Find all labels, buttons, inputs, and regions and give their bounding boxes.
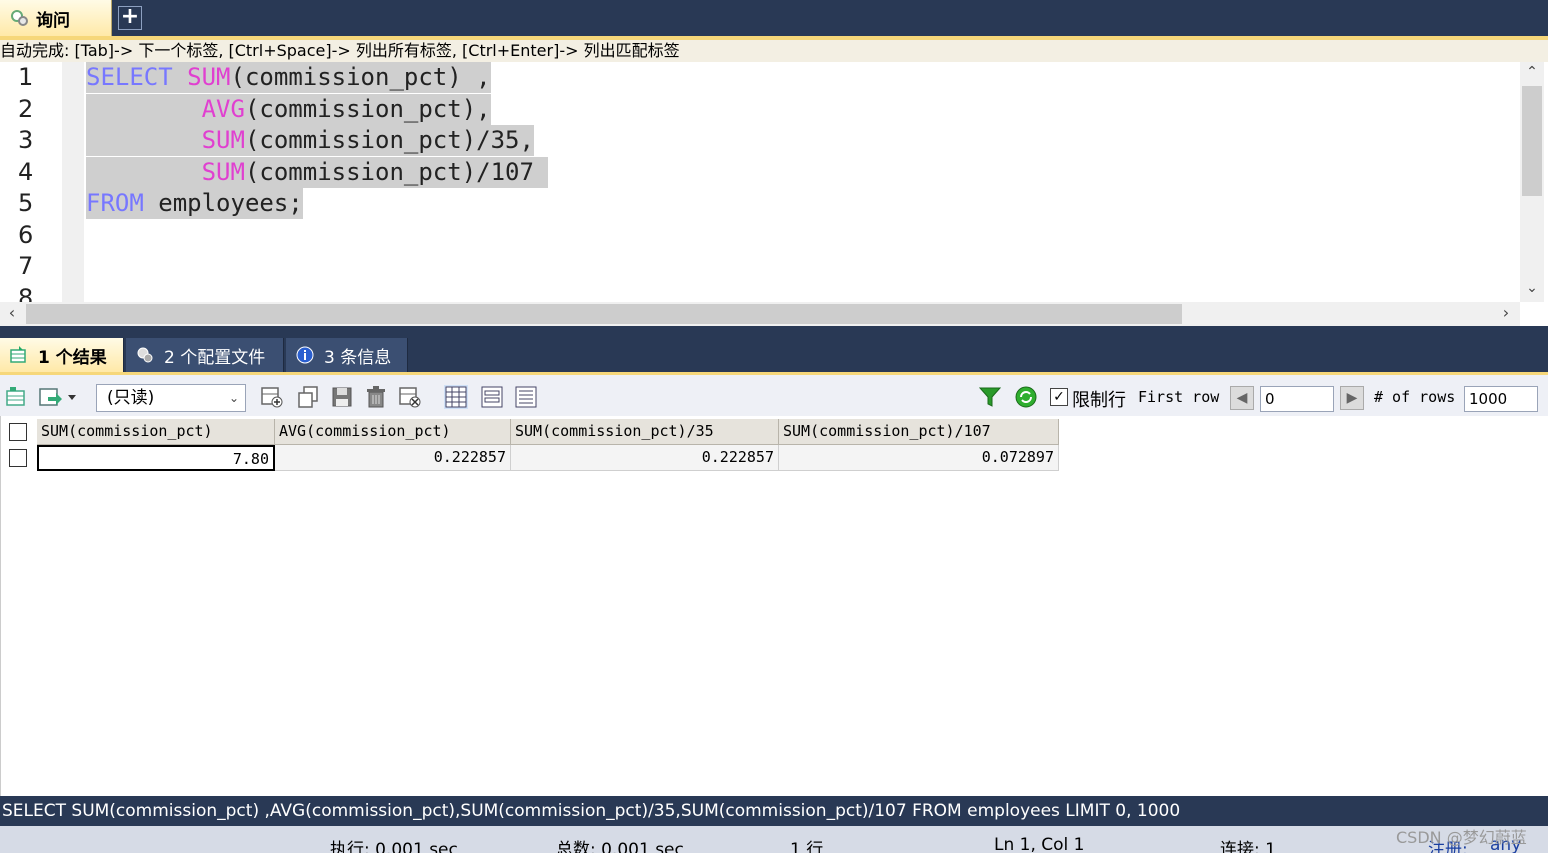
tab-results[interactable]: 1 个结果 — [0, 338, 124, 372]
scroll-down-icon[interactable]: ⌄ — [1524, 280, 1540, 296]
tab-profile-label: 2 个配置文件 — [164, 347, 266, 368]
line-number: 2 — [18, 94, 34, 123]
tab-profile[interactable]: 2 个配置文件 — [126, 338, 284, 372]
code-line[interactable]: SUM(commission_pct)/107 — [86, 156, 549, 188]
duplicate-row-icon[interactable] — [296, 385, 320, 409]
row-count-input[interactable]: 1000 — [1464, 386, 1538, 412]
prev-page-button[interactable]: ◀ — [1230, 386, 1254, 410]
row-count: 1 行 — [790, 840, 824, 853]
sql-text: (commission_pct), — [244, 94, 491, 123]
profile-icon — [136, 346, 154, 364]
sql-function: AVG — [201, 94, 245, 123]
next-page-button[interactable]: ▶ — [1340, 386, 1364, 410]
scroll-left-icon[interactable]: ‹ — [4, 305, 20, 321]
exec-time: 执行: 0.001 sec — [330, 840, 458, 853]
add-tab-button[interactable]: + — [118, 6, 142, 30]
grid-icon — [10, 346, 28, 364]
chevron-down-icon: ⌄ — [228, 391, 239, 405]
line-number: 1 — [18, 63, 34, 91]
line-number: 3 — [18, 126, 34, 154]
column-header[interactable]: SUM(commission_pct)/35 — [511, 419, 779, 445]
code-line[interactable]: SUM(commission_pct)/35, — [86, 125, 534, 156]
scrollbar-thumb[interactable] — [1522, 86, 1542, 196]
tab-query[interactable]: 询问 — [0, 0, 112, 36]
sql-text: (commission_pct) , — [230, 63, 491, 91]
tab-query-label: 询问 — [36, 10, 70, 31]
code-line[interactable]: FROM employees; — [86, 188, 303, 219]
editor-horizontal-scrollbar[interactable]: ‹ › — [0, 302, 1520, 326]
tab-info[interactable]: 3 条信息 — [286, 338, 408, 372]
table-cell[interactable]: 0.222857 — [275, 445, 511, 471]
sql-function: SUM — [187, 63, 231, 91]
sql-function: SUM — [201, 126, 245, 154]
text-view-icon[interactable] — [514, 385, 538, 409]
delete-icon[interactable] — [364, 385, 388, 409]
line-number: 4 — [18, 157, 34, 186]
scroll-up-icon[interactable]: ⌃ — [1524, 64, 1540, 80]
line-number: 7 — [18, 252, 34, 280]
first-row-label: First row — [1138, 388, 1220, 406]
sql-text: employees; — [143, 189, 303, 217]
watermark: CSDN @梦幻蔚蓝 — [1396, 828, 1527, 847]
table-cell[interactable]: 0.222857 — [511, 445, 779, 471]
limit-rows-label: 限制行 — [1072, 390, 1126, 411]
code-line[interactable]: AVG(commission_pct), — [86, 93, 491, 125]
sql-function: SUM — [201, 157, 245, 186]
cancel-changes-icon[interactable] — [398, 385, 422, 409]
total-time: 总数: 0.001 sec — [556, 840, 684, 853]
status-bar: 执行: 0.001 sec 总数: 0.001 sec 1 行 Ln 1, Co… — [0, 826, 1548, 853]
sql-text: (commission_pct)/35, — [244, 126, 534, 154]
code-line[interactable]: SELECT SUM(commission_pct) , — [86, 62, 491, 93]
row-select-checkbox[interactable] — [9, 449, 27, 467]
filter-icon[interactable] — [978, 385, 1002, 409]
cursor-position: Ln 1, Col 1 — [994, 835, 1085, 853]
row-count-label: # of rows — [1374, 388, 1456, 406]
sql-editor[interactable]: 12345678 SELECT SUM(commission_pct) , AV… — [0, 62, 1548, 302]
scrollbar-thumb[interactable] — [26, 304, 1182, 324]
scroll-right-icon[interactable]: › — [1498, 305, 1514, 321]
results-toolbar: (只读) ⌄ ✓ 限制行 First row ◀ 0 ▶ # of rows 1… — [0, 372, 1548, 416]
line-number: 8 — [18, 283, 34, 303]
column-header[interactable]: AVG(commission_pct) — [275, 419, 511, 445]
limit-rows-checkbox[interactable]: ✓ — [1050, 388, 1068, 406]
result-tab-bar: 1 个结果 2 个配置文件 3 条信息 — [0, 326, 1548, 372]
sql-text: (commission_pct)/107 — [244, 157, 549, 186]
refresh-icon[interactable] — [1014, 385, 1038, 409]
export-dropdown-icon[interactable] — [38, 385, 80, 409]
select-all-checkbox[interactable] — [9, 423, 27, 441]
connection-count: 连接: 1 — [1220, 840, 1276, 853]
table-cell[interactable]: 7.80 — [37, 445, 275, 471]
autocomplete-hint: 自动完成: [Tab]-> 下一个标签, [Ctrl+Space]-> 列出所有… — [0, 36, 1548, 62]
grid-mode-value: (只读) — [107, 388, 155, 408]
query-icon — [10, 8, 30, 28]
sql-keyword: SELECT — [86, 63, 173, 91]
tab-results-label: 1 个结果 — [38, 347, 107, 368]
grid-view-icon[interactable] — [444, 385, 468, 409]
marker-column — [62, 62, 84, 302]
insert-row-icon[interactable] — [4, 385, 28, 409]
line-number-gutter: 1 2 3 4 5 6 7 8 — [0, 62, 62, 302]
line-number: 6 — [18, 220, 34, 249]
executed-sql: SELECT SUM(commission_pct) ,AVG(commissi… — [0, 796, 1548, 826]
column-header[interactable]: SUM(commission_pct)/107 — [779, 419, 1059, 445]
grid-mode-select[interactable]: (只读) ⌄ — [96, 384, 246, 412]
table-cell[interactable]: 0.072897 — [779, 445, 1059, 471]
sql-keyword: FROM — [86, 189, 144, 217]
editor-vertical-scrollbar[interactable]: ⌃ ⌄ — [1520, 62, 1544, 302]
query-tab-bar: 询问 + — [0, 0, 1548, 36]
add-row-icon[interactable] — [260, 385, 284, 409]
info-icon — [296, 346, 314, 364]
form-view-icon[interactable] — [480, 385, 504, 409]
save-icon[interactable] — [330, 385, 354, 409]
first-row-input[interactable]: 0 — [1260, 386, 1334, 412]
tab-info-label: 3 条信息 — [324, 347, 392, 368]
results-grid: SUM(commission_pct) AVG(commission_pct) … — [0, 416, 1548, 796]
column-header[interactable]: SUM(commission_pct) — [37, 419, 275, 445]
line-number: 5 — [18, 189, 34, 217]
